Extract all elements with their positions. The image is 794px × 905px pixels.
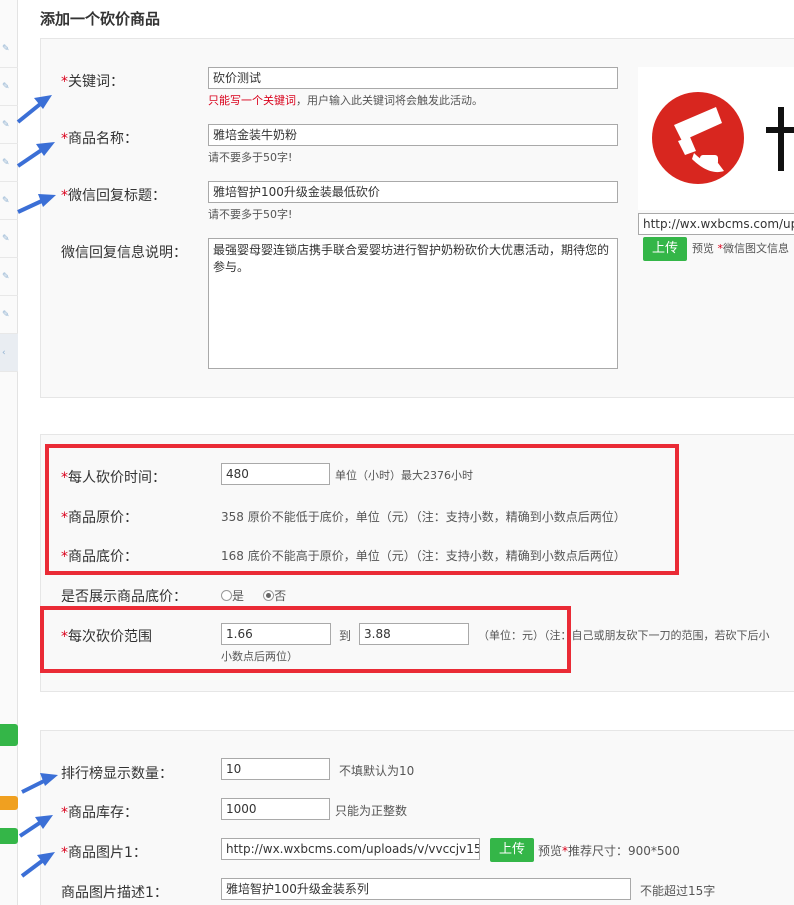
annotation-arrows <box>16 95 58 878</box>
